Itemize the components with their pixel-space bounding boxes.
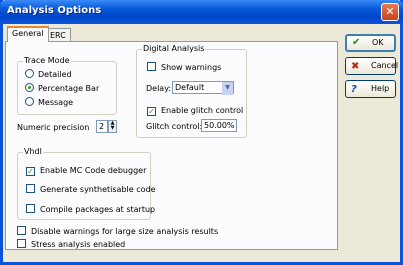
checkbox-box-checked[interactable]: ✓ (26, 167, 35, 176)
vhdl-legend: Vhdl (23, 147, 43, 156)
ok-button-label: OK (372, 38, 384, 47)
ok-button[interactable]: ✔ OK (345, 34, 396, 52)
checkbox-box[interactable] (147, 62, 156, 71)
stress-analysis-label: Stress analysis enabled (31, 240, 126, 249)
radio-detailed-label: Detailed (38, 70, 72, 79)
window-title: Analysis Options (7, 5, 102, 16)
checkbox-box[interactable] (26, 184, 35, 193)
tab-panel-general: Trace Mode Detailed Percentage Bar Messa… (5, 41, 338, 250)
compile-startup-label: Compile packages at startup (40, 205, 156, 214)
numeric-precision-label: Numeric precision (17, 123, 90, 132)
checkmark-icon: ✔ (352, 37, 361, 48)
help-button-label: Help (371, 84, 390, 93)
delay-label: Delay: (146, 84, 172, 93)
radio-button[interactable] (25, 69, 34, 78)
trace-mode-legend: Trace Mode (23, 56, 71, 65)
glitch-control-input[interactable]: 50.00% (201, 119, 237, 132)
help-button[interactable]: ? Help (345, 80, 396, 98)
digital-analysis-legend: Digital Analysis (142, 44, 206, 53)
delay-select-value: Default (175, 83, 205, 92)
show-warnings-label: Show warnings (161, 63, 222, 72)
radio-detailed[interactable]: Detailed (25, 69, 72, 80)
radio-percentage-bar-label: Percentage Bar (38, 84, 100, 93)
close-icon[interactable]: ✕ (381, 3, 399, 21)
checkbox-box[interactable] (17, 226, 26, 235)
radio-button-selected[interactable] (25, 83, 34, 92)
generate-synth-label: Generate synthetisable code (40, 185, 156, 194)
enable-debugger-checkbox[interactable]: ✓ Enable MC Code debugger (26, 165, 146, 176)
trace-mode-group: Trace Mode Detailed Percentage Bar Messa… (17, 56, 117, 115)
generate-synth-checkbox[interactable]: Generate synthetisable code (26, 184, 156, 195)
stress-analysis-checkbox[interactable]: Stress analysis enabled (17, 239, 125, 250)
numeric-precision-input[interactable]: 2 (96, 120, 108, 133)
digital-analysis-group: Digital Analysis Show warnings Delay: De… (136, 44, 247, 138)
radio-button[interactable] (25, 97, 34, 106)
cancel-button[interactable]: ✖ Cancel (345, 57, 399, 75)
cancel-button-label: Cancel (371, 61, 399, 70)
enable-debugger-label: Enable MC Code debugger (40, 166, 147, 175)
show-warnings-checkbox[interactable]: Show warnings (147, 62, 221, 73)
tab-erc[interactable]: ERC (45, 28, 71, 42)
enable-glitch-label: Enable glitch control (161, 106, 244, 115)
checkbox-box[interactable] (26, 204, 35, 213)
delay-select[interactable]: Default ▼ (172, 81, 234, 95)
tab-general-label: General (12, 29, 44, 38)
radio-percentage-bar[interactable]: Percentage Bar (25, 83, 99, 94)
disable-warnings-checkbox[interactable]: Disable warnings for large size analysis… (17, 226, 218, 237)
enable-glitch-checkbox[interactable]: ✓ Enable glitch control (147, 105, 243, 116)
tab-general[interactable]: General (7, 26, 49, 42)
numeric-precision-spinner[interactable]: ▲ ▼ (108, 120, 117, 133)
checkbox-box-checked[interactable]: ✓ (147, 107, 156, 116)
disable-warnings-label: Disable warnings for large size analysis… (31, 227, 219, 236)
question-mark-icon: ? (351, 84, 357, 95)
checkbox-box[interactable] (17, 239, 26, 248)
chevron-down-icon[interactable]: ▼ (222, 82, 233, 95)
tab-erc-label: ERC (50, 31, 66, 40)
title-bar[interactable]: Analysis Options ✕ (0, 0, 403, 24)
radio-message-label: Message (38, 98, 74, 107)
glitch-control-label: Glitch control: (146, 122, 203, 131)
vhdl-group: Vhdl ✓ Enable MC Code debugger Generate s… (17, 147, 156, 220)
compile-startup-checkbox[interactable]: Compile packages at startup (26, 204, 155, 215)
red-x-icon: ✖ (351, 61, 360, 72)
radio-message[interactable]: Message (25, 97, 73, 108)
